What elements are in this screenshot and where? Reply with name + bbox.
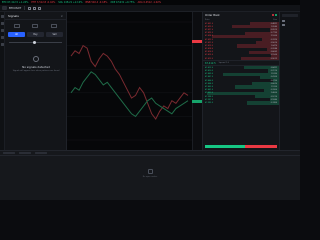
chart-type-icon[interactable] — [38, 6, 42, 10]
cursor-icon[interactable] — [0, 15, 4, 18]
signals-title: Signals — [8, 13, 19, 18]
toolbar-divider — [24, 6, 26, 10]
filter-all-button[interactable]: All — [8, 32, 25, 37]
symbol-label[interactable]: BTCUSDT — [9, 7, 21, 10]
filter-icon[interactable] — [14, 24, 21, 28]
sensitivity-slider[interactable] — [9, 41, 62, 44]
ask-row[interactable]: 67,413.5 0.9012 — [203, 57, 279, 61]
layout-icon[interactable] — [282, 19, 285, 23]
row-size: 0.7400 — [270, 101, 277, 104]
spread-label: Spread 1.0 — [218, 62, 229, 65]
depth-ratio-bar — [205, 145, 277, 148]
trendline-icon[interactable] — [0, 22, 4, 25]
chart-canvas[interactable] — [67, 12, 192, 150]
empty-box-icon — [147, 169, 153, 174]
empty-subtitle: Signals will appear here when patterns a… — [12, 70, 60, 72]
timeframe-icon[interactable] — [28, 6, 32, 10]
orders-empty-state: No open orders — [130, 169, 170, 178]
right-row — [282, 23, 298, 27]
empty-signal-icon — [33, 56, 39, 62]
settings-icon[interactable] — [50, 24, 57, 28]
asks-only-icon[interactable] — [272, 14, 274, 16]
last-price: 67,412.5 — [205, 61, 216, 65]
tab-positions[interactable] — [35, 152, 47, 154]
bell-icon[interactable] — [32, 24, 39, 28]
close-icon[interactable]: × — [60, 14, 63, 18]
ticker-item[interactable]: ADA 0.4512 -1.02% — [138, 1, 161, 4]
measure-icon[interactable] — [0, 43, 4, 46]
right-panel — [279, 12, 300, 150]
indicator-icon[interactable] — [33, 6, 37, 10]
bids-only-icon[interactable] — [275, 14, 277, 16]
row-price: 67,413.5 — [205, 57, 214, 60]
right-tab[interactable] — [282, 14, 298, 17]
signals-filter-icons — [5, 20, 66, 30]
ticker-item[interactable]: BNB 592.4 -0.18% — [86, 1, 108, 4]
signals-empty-state: No signals detected Signals will appear … — [5, 56, 67, 72]
ticker-item[interactable]: ETH 3,512.8 -0.42% — [31, 1, 55, 4]
tab-history[interactable] — [19, 152, 31, 154]
col-price: Price — [205, 19, 210, 21]
order-book-panel: Order Book Price Size 67,431.0 0.4821 67,4… — [202, 12, 279, 150]
col-size: Size — [273, 19, 277, 21]
menu-button[interactable] — [2, 6, 7, 10]
row-size: 0.9012 — [270, 57, 277, 60]
asks-list: 67,431.0 0.4821 67,429.5 1.2040 67,427.0 0.09… — [203, 22, 279, 61]
expand-icon[interactable] — [282, 23, 285, 27]
fib-icon[interactable] — [0, 29, 4, 32]
ticker-item[interactable]: XRP 0.5231 +0.75% — [110, 1, 134, 4]
text-tool-icon[interactable] — [0, 36, 4, 39]
signals-panel: Signals × All Buy Sell No signals detect… — [5, 12, 67, 150]
tab-open-orders[interactable] — [3, 152, 15, 154]
ticker-item[interactable]: BTC 67,412.5 +1.24% — [2, 1, 28, 4]
empty-orders-text: No open orders — [142, 176, 158, 178]
ask-price-tag — [192, 40, 202, 43]
orders-tabs — [0, 151, 300, 156]
orders-panel: No open orders — [0, 150, 300, 200]
price-chart[interactable] — [67, 12, 202, 150]
top-toolbar: BTCUSDT — [0, 5, 300, 12]
bid-price-tag — [192, 100, 202, 103]
bids-list: 67,412.0 0.8421 67,410.5 0.2210 67,409.0 1.53… — [203, 66, 279, 105]
ask-ratio — [244, 145, 277, 148]
row-price: 67,395.5 — [205, 101, 214, 104]
slider-handle[interactable] — [32, 41, 36, 44]
order-book-title: Order Book — [205, 13, 220, 17]
signals-filter-buttons: All Buy Sell — [5, 30, 66, 39]
filter-buy-button[interactable]: Buy — [27, 32, 44, 37]
filter-sell-button[interactable]: Sell — [46, 32, 63, 37]
bid-row[interactable]: 67,395.5 0.7400 — [203, 101, 279, 105]
signals-header: Signals × — [5, 12, 66, 20]
series-line-0 — [70, 44, 189, 120]
bid-ratio — [205, 145, 245, 148]
price-scale[interactable] — [192, 12, 202, 150]
ticker-item[interactable]: SOL 148.21 +2.10% — [58, 1, 82, 4]
empty-title: No signals detected — [22, 65, 50, 69]
